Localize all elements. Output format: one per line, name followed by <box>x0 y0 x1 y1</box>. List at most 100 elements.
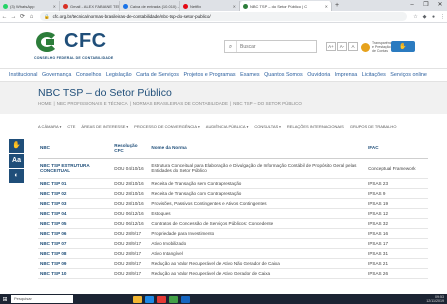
main-menu-item[interactable]: Conselhos <box>76 72 101 78</box>
nbc-code-link[interactable]: NBC TSP 08 <box>38 248 113 259</box>
main-menu-item[interactable]: Carta de Serviços <box>136 72 179 78</box>
main-menu-item[interactable]: Exames <box>240 72 259 78</box>
search-icon[interactable]: ⌕ <box>225 41 237 52</box>
main-menu-item[interactable]: Licitações <box>362 72 386 78</box>
font-reset-button[interactable]: A <box>348 42 358 51</box>
breadcrumb-separator: | <box>53 101 55 106</box>
page-title-band: NBC TSP – do Setor Público Home | NBC Prof… <box>0 82 447 114</box>
ifac-cell: IPSAS 21 <box>366 258 428 269</box>
ifac-cell: IPSAS 31 <box>366 248 428 259</box>
nbc-code-link[interactable]: NBC TSP 07 <box>38 238 113 249</box>
table-row: NBC TSP 05 DOU 06/12/16 Contratos de Conce… <box>38 218 428 229</box>
address-bar[interactable]: 🔒 cfc.org.br/tecnica/normas-brasileiras-… <box>40 12 407 21</box>
maximize-button[interactable]: ❐ <box>419 0 433 11</box>
sub-menu-item[interactable]: CTE <box>67 124 75 129</box>
ifac-cell: IPSAS 12 <box>366 208 428 219</box>
main-menu-item[interactable]: Imprensa <box>335 72 357 78</box>
edge-icon[interactable] <box>145 295 154 303</box>
extension-icon[interactable]: ◆ <box>420 14 429 20</box>
browser-tab[interactable]: Caixa de entrada (10.010) - geot✕ <box>120 1 180 11</box>
sub-menu-item[interactable]: Áreas de Interesse <box>81 124 128 129</box>
word-icon[interactable] <box>181 295 190 303</box>
reload-icon[interactable]: ⟳ <box>18 13 27 20</box>
nbc-code-link[interactable]: NBC TSP 06 <box>38 228 113 239</box>
font-increase-button[interactable]: A+ <box>326 42 336 51</box>
main-menu-item[interactable]: Governança <box>42 72 71 78</box>
browser-tab[interactable]: (3) WhatsApp ✕ <box>0 1 60 11</box>
sub-menu-item[interactable]: Processo de Convergência <box>134 124 200 129</box>
nbc-code-link[interactable]: NBC TSP 04 <box>38 208 113 219</box>
main-menu-item[interactable]: Serviços online <box>390 72 427 78</box>
resolution-cell: DOU 28/9/17 <box>112 248 150 259</box>
cfc-logo[interactable]: CFC <box>34 30 107 53</box>
windows-start-icon[interactable]: ⊞ <box>0 296 10 303</box>
nbc-code-link[interactable]: NBC TSP ESTRUTURA CONCEITUAL <box>38 158 113 179</box>
nbc-code-link[interactable]: NBC TSP 02 <box>38 188 113 199</box>
table-row: NBC TSP 07 DOU 28/9/17 Ativo Imobilizado IP… <box>38 238 428 249</box>
search-input[interactable] <box>237 43 315 50</box>
new-tab-button[interactable]: + <box>332 1 342 11</box>
tab-label: (3) WhatsApp <box>10 3 35 9</box>
main-menu-item[interactable]: Institucional <box>9 72 37 78</box>
browser-tab[interactable]: Gmail - ALEX FABIANE TENÓRIO✕ <box>60 1 120 11</box>
nbc-code-link[interactable]: NBC TSP 05 <box>38 218 113 229</box>
chrome-icon[interactable] <box>157 295 166 303</box>
breadcrumb-item[interactable]: Normas Brasileiras de Contabilidade <box>133 101 228 106</box>
breadcrumb-item[interactable]: Home <box>38 101 52 106</box>
table-row: NBC TSP 03 DOU 28/10/16 Provisões, Passivo… <box>38 198 428 209</box>
taskbar-search[interactable]: Pesquisar <box>11 295 73 303</box>
back-icon[interactable]: ← <box>0 14 9 20</box>
tab-close-icon[interactable]: ✕ <box>322 4 328 9</box>
tab-close-icon[interactable]: ✕ <box>50 4 56 9</box>
nbc-code-link[interactable]: NBC TSP 03 <box>38 198 113 209</box>
excel-icon[interactable] <box>169 295 178 303</box>
sign-language-icon[interactable]: ✋ <box>9 139 24 153</box>
contrast-icon[interactable]: ◐ <box>9 169 24 183</box>
norm-name-cell: Redução ao Valor Recuperável de Ativo Nã… <box>149 258 367 269</box>
main-menu-item[interactable]: Quantos Somos <box>264 72 303 78</box>
font-size-icon[interactable]: Aa <box>9 154 24 168</box>
nbc-table: NBC Resolução CFC Nome da Norma IFAC NBC… <box>38 138 428 279</box>
main-menu-item[interactable]: Ouvidoria <box>307 72 330 78</box>
vlibras-button[interactable]: ✋ <box>391 41 415 52</box>
profile-icon[interactable]: ● <box>429 14 438 20</box>
sub-menu-item[interactable]: A Câmara <box>38 124 61 129</box>
section-sub-menu: A Câmara CTE Áreas de Interesse Processo de… <box>38 121 402 131</box>
sub-menu-item[interactable]: Relações Internacionais <box>287 124 344 129</box>
browser-tab[interactable]: Netflix ✕ <box>180 1 240 11</box>
tab-close-icon[interactable]: ✕ <box>230 4 236 9</box>
table-row: NBC TSP ESTRUTURA CONCEITUAL DOU 04/10/16… <box>38 158 428 179</box>
forward-icon[interactable]: → <box>9 14 18 20</box>
browser-toolbar: ← → ⟳ ⌂ 🔒 cfc.org.br/tecnica/normas-bras… <box>0 11 447 23</box>
table-row: NBC TSP 06 DOU 28/9/17 Propriedade para In… <box>38 228 428 239</box>
font-decrease-button[interactable]: A- <box>337 42 347 51</box>
minimize-button[interactable]: – <box>405 0 419 11</box>
taskbar-apps <box>133 295 193 303</box>
nbc-code-link[interactable]: NBC TSP 01 <box>38 178 113 189</box>
sub-menu-item[interactable]: Audiência Pública <box>206 124 249 129</box>
star-icon[interactable]: ☆ <box>411 14 420 20</box>
ifac-cell: Conceptual Framework <box>366 158 428 179</box>
resolution-cell: DOU 06/12/16 <box>112 218 150 229</box>
norm-name-cell: Redução ao Valor Recuperável de Ativo Ge… <box>149 268 367 279</box>
ifac-cell: IPSAS 16 <box>366 228 428 239</box>
nbc-code-link[interactable]: NBC TSP 10 <box>38 268 113 279</box>
close-window-button[interactable]: ✕ <box>433 0 447 11</box>
main-menu-item[interactable]: Legislação <box>106 72 132 78</box>
transparency-link[interactable]: Transparência e Prestação de Contas <box>361 41 394 53</box>
nbc-code-link[interactable]: NBC TSP 09 <box>38 258 113 269</box>
taskbar-clock[interactable]: 09:53 12/11/2019 <box>426 295 444 303</box>
logo-text: CFC <box>64 30 107 52</box>
sub-menu-item[interactable]: Grupos de Trabalho <box>350 124 397 129</box>
tab-favicon-icon <box>123 3 128 9</box>
breadcrumb-item[interactable]: NBC Profissionais e Técnica <box>57 101 128 106</box>
main-menu-item[interactable]: Projetos e Programas <box>183 72 235 78</box>
sub-menu-item[interactable]: Consultas <box>254 124 281 129</box>
font-size-controls: A+ A- A <box>326 42 359 51</box>
menu-icon[interactable]: ⋮ <box>438 14 447 20</box>
browser-tab[interactable]: NBC TSP – do Setor Público | C ✕ <box>240 1 332 11</box>
resolution-cell: DOU 04/10/16 <box>112 158 150 179</box>
file-explorer-icon[interactable] <box>133 295 142 303</box>
home-icon[interactable]: ⌂ <box>27 14 36 20</box>
ifac-cell: IPSAS 9 <box>366 188 428 199</box>
